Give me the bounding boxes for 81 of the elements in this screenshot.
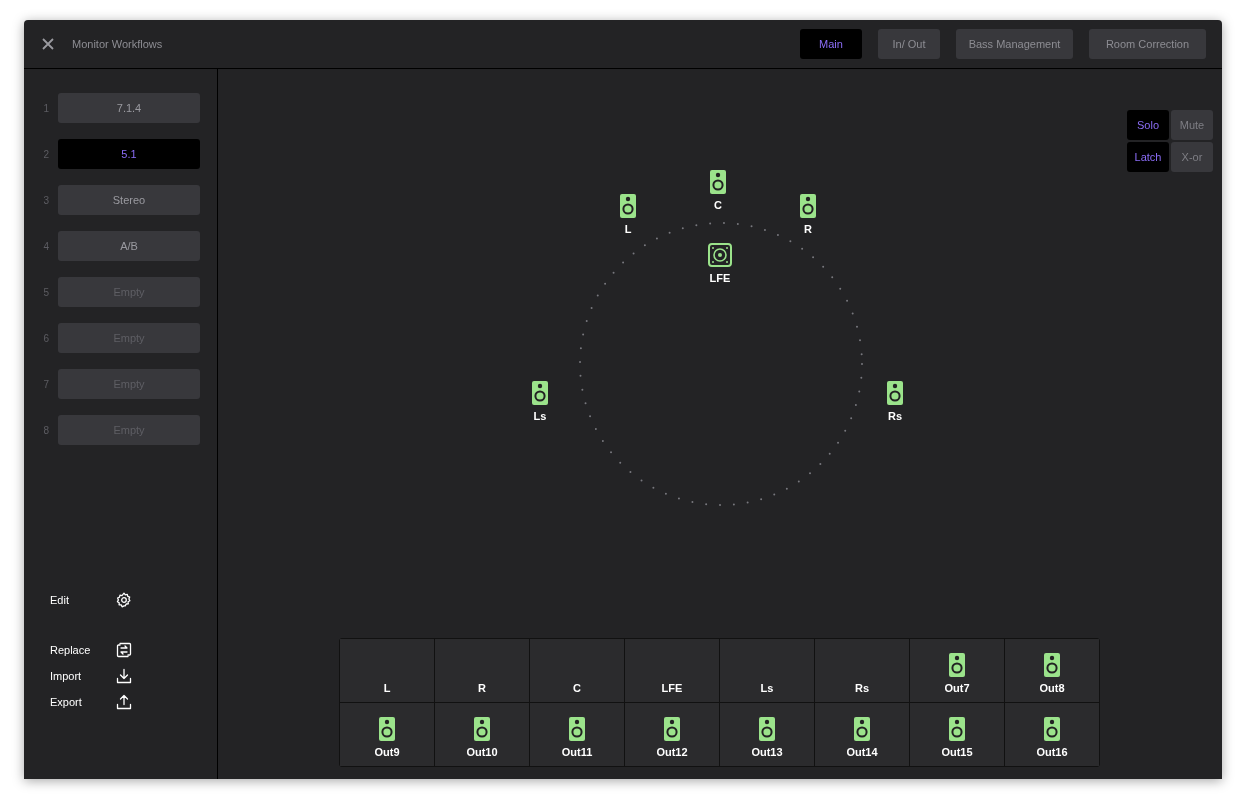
preset-number: 1 <box>42 102 50 114</box>
speaker-icon <box>664 717 680 741</box>
output-cell[interactable]: R <box>435 639 529 702</box>
speaker-icon <box>1044 717 1060 741</box>
output-cell[interactable]: Out16 <box>1005 703 1099 766</box>
output-cell[interactable]: Out8 <box>1005 639 1099 702</box>
output-label: Out15 <box>941 746 973 758</box>
preset-button[interactable]: Stereo <box>58 185 200 215</box>
output-cell[interactable]: Out7 <box>910 639 1004 702</box>
output-label: Out13 <box>751 746 783 758</box>
output-cell[interactable]: Rs <box>815 639 909 702</box>
preset-number: 2 <box>42 148 50 160</box>
edit-button[interactable]: Edit <box>50 587 132 613</box>
output-label: R <box>478 682 486 694</box>
window-title: Monitor Workflows <box>72 38 164 50</box>
speaker-icon <box>569 717 585 741</box>
preset-number: 3 <box>42 194 50 206</box>
speaker-label: Ls <box>533 410 547 422</box>
output-label: L <box>383 682 391 694</box>
output-label: Ls <box>760 682 774 694</box>
download-icon <box>116 668 132 684</box>
file-action-button[interactable]: Import <box>50 663 132 689</box>
output-label: Out7 <box>944 682 970 694</box>
output-cell[interactable]: Out12 <box>625 703 719 766</box>
speaker-icon <box>949 717 965 741</box>
upload-icon <box>116 694 132 710</box>
output-cell[interactable]: Out10 <box>435 703 529 766</box>
close-button[interactable] <box>40 36 56 52</box>
mode-button[interactable]: Solo <box>1127 110 1169 140</box>
output-label: Rs <box>854 682 870 694</box>
preset-number: 4 <box>42 240 50 252</box>
output-cell[interactable]: Out13 <box>720 703 814 766</box>
output-label: Out8 <box>1039 682 1065 694</box>
file-action-button[interactable]: Replace <box>50 637 132 663</box>
speaker-icon <box>949 653 965 677</box>
speaker-icon <box>759 717 775 741</box>
speaker-icon <box>532 381 548 405</box>
mode-button[interactable]: Latch <box>1127 142 1169 172</box>
speaker-icon <box>474 717 490 741</box>
speaker-icon <box>710 170 726 194</box>
speaker-icon <box>800 194 816 218</box>
output-label: Out11 <box>561 746 593 758</box>
output-label: Out12 <box>656 746 688 758</box>
speaker-label: LFE <box>709 272 731 284</box>
output-cell[interactable]: Out11 <box>530 703 624 766</box>
tab[interactable]: Room Correction <box>1089 29 1206 59</box>
speaker-label: L <box>624 223 632 235</box>
file-action-button[interactable]: Export <box>50 689 132 715</box>
speaker-icon <box>379 717 395 741</box>
output-cell[interactable]: C <box>530 639 624 702</box>
settings-icon <box>116 592 132 608</box>
speaker-label: Rs <box>887 410 903 422</box>
preset-button[interactable]: 7.1.4 <box>58 93 200 123</box>
speaker-icon <box>887 381 903 405</box>
output-label: Out10 <box>466 746 498 758</box>
preset-number: 6 <box>42 332 50 344</box>
speaker-label: R <box>804 223 812 235</box>
output-cell[interactable]: Out14 <box>815 703 909 766</box>
speaker-icon <box>1044 653 1060 677</box>
speaker-icon <box>620 194 636 218</box>
preset-number: 8 <box>42 424 50 436</box>
tab[interactable]: Main <box>800 29 862 59</box>
speaker-icon <box>854 717 870 741</box>
output-label: Out9 <box>374 746 400 758</box>
output-label: Out14 <box>846 746 878 758</box>
speaker-label: C <box>714 199 722 211</box>
output-label: C <box>573 682 581 694</box>
output-cell[interactable]: L <box>340 639 434 702</box>
swap-icon <box>116 642 132 658</box>
output-cell[interactable]: Out15 <box>910 703 1004 766</box>
subwoofer-icon <box>708 243 732 267</box>
tab[interactable]: Bass Management <box>956 29 1073 59</box>
preset-button[interactable]: 5.1 <box>58 139 200 169</box>
output-label: LFE <box>661 682 683 694</box>
output-cell[interactable]: Ls <box>720 639 814 702</box>
output-cell[interactable]: LFE <box>625 639 719 702</box>
output-cell[interactable]: Out9 <box>340 703 434 766</box>
output-label: Out16 <box>1036 746 1068 758</box>
tab[interactable]: In/ Out <box>878 29 940 59</box>
preset-button[interactable]: A/B <box>58 231 200 261</box>
preset-number: 5 <box>42 286 50 298</box>
